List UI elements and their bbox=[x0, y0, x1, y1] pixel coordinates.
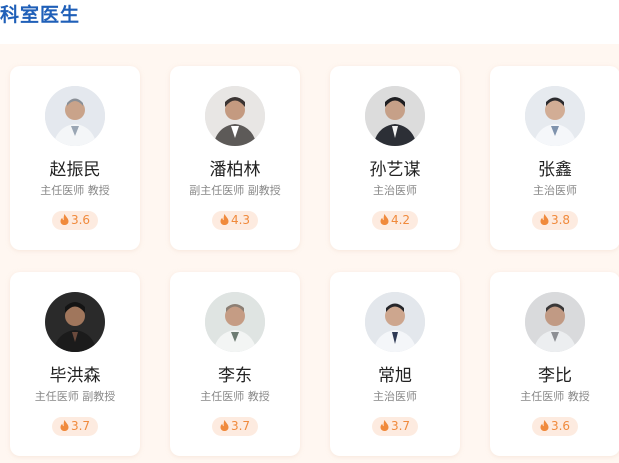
doctor-title: 副主任医师 副教授 bbox=[189, 184, 281, 197]
doctor-card[interactable]: 孙艺谋 主治医师 4.2 bbox=[330, 66, 460, 250]
doctor-card[interactable]: 赵振民 主任医师 教授 3.6 bbox=[10, 66, 140, 250]
doctor-name: 毕洪森 bbox=[49, 366, 101, 386]
doctor-title: 主任医师 副教授 bbox=[34, 390, 116, 403]
doctor-name: 潘柏林 bbox=[209, 160, 261, 180]
rating-badge: 3.6 bbox=[52, 211, 98, 230]
doctor-avatar bbox=[365, 292, 425, 352]
doctor-list-panel: 赵振民 主任医师 教授 3.6 潘柏林 副主任医师 副教授 4.3 孙艺谋 主治… bbox=[0, 44, 619, 463]
rating-value: 3.6 bbox=[550, 419, 571, 433]
doctor-name: 孙艺谋 bbox=[369, 160, 421, 180]
doctor-avatar bbox=[525, 86, 585, 146]
doctor-avatar bbox=[45, 292, 105, 352]
doctor-name: 赵振民 bbox=[49, 160, 101, 180]
rating-value: 4.2 bbox=[390, 213, 411, 227]
doctor-card[interactable]: 常旭 主治医师 3.7 bbox=[330, 272, 460, 456]
doctor-card[interactable]: 李东 主任医师 教授 3.7 bbox=[170, 272, 300, 456]
flame-icon bbox=[540, 214, 549, 225]
rating-value: 3.6 bbox=[70, 213, 91, 227]
rating-value: 3.7 bbox=[70, 419, 91, 433]
doctor-avatar bbox=[365, 86, 425, 146]
rating-badge: 3.8 bbox=[532, 211, 578, 230]
doctor-card[interactable]: 毕洪森 主任医师 副教授 3.7 bbox=[10, 272, 140, 456]
doctor-card[interactable]: 李比 主任医师 教授 3.6 bbox=[490, 272, 619, 456]
rating-badge: 3.6 bbox=[532, 417, 578, 436]
rating-value: 3.7 bbox=[390, 419, 411, 433]
doctor-name: 张鑫 bbox=[538, 160, 572, 180]
rating-badge: 4.2 bbox=[372, 211, 418, 230]
flame-icon bbox=[60, 214, 69, 225]
rating-value: 3.8 bbox=[550, 213, 571, 227]
flame-icon bbox=[380, 214, 389, 225]
doctor-title: 主任医师 教授 bbox=[200, 390, 270, 403]
doctor-title: 主治医师 bbox=[373, 184, 417, 197]
doctor-card[interactable]: 张鑫 主治医师 3.8 bbox=[490, 66, 619, 250]
section-title: 科室医生 bbox=[0, 4, 81, 26]
rating-badge: 3.7 bbox=[212, 417, 258, 436]
flame-icon bbox=[220, 214, 229, 225]
rating-value: 4.3 bbox=[230, 213, 251, 227]
flame-icon bbox=[540, 420, 549, 431]
doctor-avatar bbox=[525, 292, 585, 352]
doctor-name: 常旭 bbox=[378, 366, 412, 386]
rating-badge: 3.7 bbox=[52, 417, 98, 436]
doctor-title: 主治医师 bbox=[533, 184, 577, 197]
flame-icon bbox=[60, 420, 69, 431]
doctor-avatar bbox=[45, 86, 105, 146]
doctor-avatar bbox=[205, 292, 265, 352]
flame-icon bbox=[380, 420, 389, 431]
flame-icon bbox=[220, 420, 229, 431]
doctor-title: 主任医师 教授 bbox=[40, 184, 110, 197]
doctor-card[interactable]: 潘柏林 副主任医师 副教授 4.3 bbox=[170, 66, 300, 250]
doctor-avatar bbox=[205, 86, 265, 146]
rating-value: 3.7 bbox=[230, 419, 251, 433]
rating-badge: 4.3 bbox=[212, 211, 258, 230]
doctor-name: 李东 bbox=[218, 366, 252, 386]
doctor-name: 李比 bbox=[538, 366, 572, 386]
doctor-title: 主治医师 bbox=[373, 390, 417, 403]
rating-badge: 3.7 bbox=[372, 417, 418, 436]
doctor-title: 主任医师 教授 bbox=[520, 390, 590, 403]
